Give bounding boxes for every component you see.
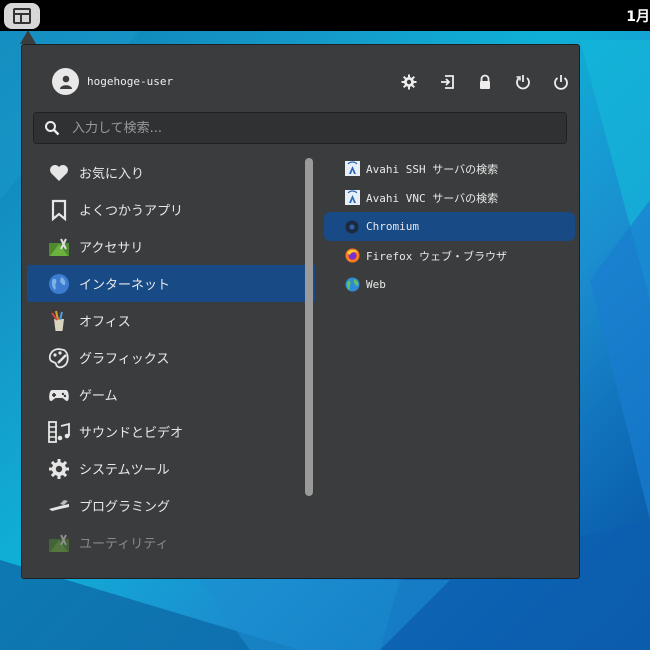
avahi-icon	[344, 190, 360, 206]
category-graphics[interactable]: グラフィックス	[27, 339, 315, 376]
avahi-icon	[344, 161, 360, 177]
category-label: アクセサリ	[79, 241, 144, 256]
category-label: ユーティリティ	[79, 537, 169, 552]
shutdown-button[interactable]	[542, 70, 580, 94]
category-scrollbar[interactable]	[305, 158, 313, 496]
category-programming[interactable]: プログラミング	[27, 487, 315, 524]
category-accessories[interactable]: アクセサリ	[27, 228, 315, 265]
search-icon	[45, 121, 60, 136]
app-label: Avahi VNC サーバの検索	[366, 191, 499, 205]
user-info[interactable]: hogehoge-user	[52, 68, 173, 95]
lock-button[interactable]	[466, 70, 504, 94]
category-favorites[interactable]: お気に入り	[27, 154, 315, 191]
app-web[interactable]: Web	[324, 270, 575, 299]
bookmark-icon	[47, 198, 71, 222]
category-label: お気に入り	[79, 167, 145, 182]
category-label: システムツール	[79, 463, 170, 478]
app-label: Avahi SSH サーバの検索	[366, 162, 499, 176]
programming-icon	[47, 494, 71, 518]
restart-button[interactable]	[504, 70, 542, 94]
app-label: Web	[366, 278, 386, 291]
top-bar: 1月	[0, 0, 650, 31]
search-input[interactable]	[70, 119, 566, 137]
search-box[interactable]	[33, 112, 567, 144]
gamepad-icon	[47, 383, 71, 407]
app-menu-icon	[13, 8, 31, 24]
app-list: Avahi SSH サーバの検索 Avahi VNC サーバの検索 Chromi…	[324, 154, 575, 299]
category-internet[interactable]: インターネット	[27, 265, 315, 302]
lock-icon	[480, 74, 490, 89]
logout-icon	[441, 75, 454, 89]
office-icon	[47, 309, 71, 333]
gear-icon	[401, 74, 417, 90]
username: hogehoge-user	[87, 75, 174, 88]
firefox-icon	[344, 248, 360, 264]
category-label: サウンドとビデオ	[79, 426, 184, 441]
web-globe-icon	[344, 277, 360, 293]
category-label: よくつかうアプリ	[79, 204, 184, 219]
system-gear-icon	[47, 457, 71, 481]
media-icon	[47, 420, 71, 444]
app-firefox[interactable]: Firefox ウェブ・ブラウザ	[324, 241, 575, 270]
category-office[interactable]: オフィス	[27, 302, 315, 339]
category-utilities[interactable]: ユーティリティ	[27, 524, 315, 561]
logout-button[interactable]	[428, 70, 466, 94]
clock[interactable]: 1月	[626, 6, 650, 26]
settings-button[interactable]	[390, 70, 428, 94]
category-label: ゲーム	[79, 389, 118, 404]
menu-pointer	[20, 30, 36, 44]
category-label: オフィス	[79, 315, 131, 330]
app-label: Chromium	[366, 220, 419, 233]
category-games[interactable]: ゲーム	[27, 376, 315, 413]
restart-icon	[516, 75, 530, 90]
globe-icon	[47, 272, 71, 296]
app-menu-button[interactable]	[4, 3, 40, 29]
app-avahi-ssh[interactable]: Avahi SSH サーバの検索	[324, 154, 575, 183]
category-frequent[interactable]: よくつかうアプリ	[27, 191, 315, 228]
app-avahi-vnc[interactable]: Avahi VNC サーバの検索	[324, 183, 575, 212]
heart-icon	[47, 161, 71, 185]
utilities-icon	[47, 531, 71, 555]
category-system-tools[interactable]: システムツール	[27, 450, 315, 487]
app-menu-panel: hogehoge-user 入力して検索... お気に入り よくつかうアプリ ア…	[21, 44, 580, 579]
power-icon	[554, 75, 568, 90]
category-sound-video[interactable]: サウンドとビデオ	[27, 413, 315, 450]
accessories-icon	[47, 235, 71, 259]
user-icon	[59, 75, 72, 89]
app-chromium[interactable]: Chromium	[324, 212, 575, 241]
palette-icon	[47, 346, 71, 370]
chromium-icon	[344, 219, 360, 235]
category-label: インターネット	[79, 278, 171, 293]
category-label: プログラミング	[79, 500, 171, 515]
avatar	[52, 68, 79, 95]
session-actions	[390, 70, 580, 94]
category-list: お気に入り よくつかうアプリ アクセサリ インターネット オフィス グラフィック…	[27, 154, 315, 561]
app-label: Firefox ウェブ・ブラウザ	[366, 249, 507, 263]
category-label: グラフィックス	[79, 352, 170, 367]
